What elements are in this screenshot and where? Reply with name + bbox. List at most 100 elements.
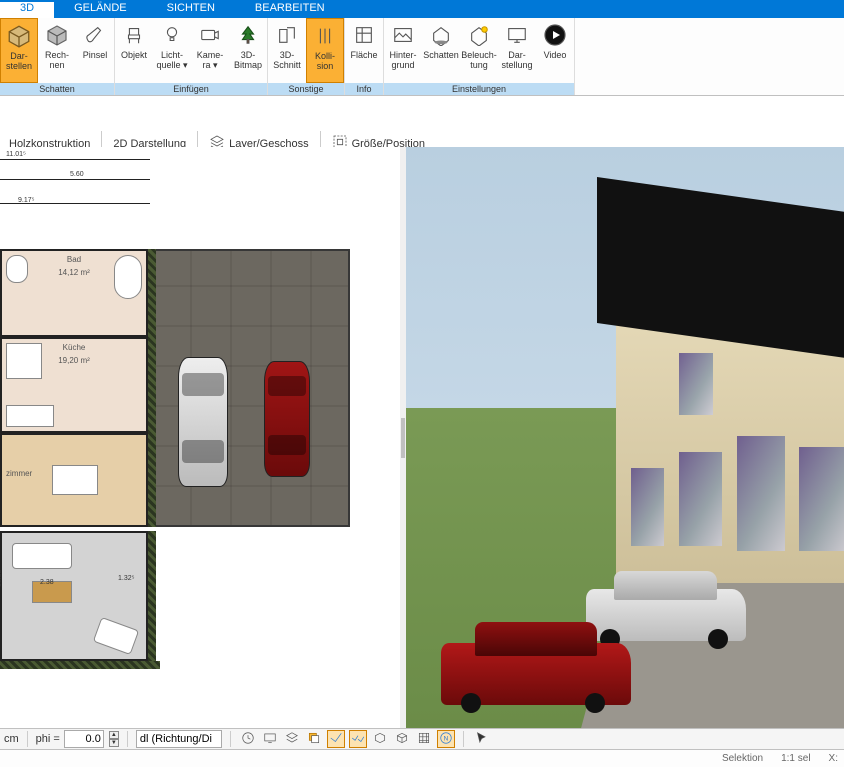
grid-icon [417,731,431,748]
floorplan: 11.01⁵ 5.60 9.17⁵ Bad14,12 m² Küche19,20… [0,147,400,728]
btn-layers[interactable] [283,730,301,748]
dim-label: 2.38 [40,579,54,586]
btn-clock[interactable] [239,730,257,748]
brush-icon [81,21,109,49]
clock-icon [241,731,255,748]
btn-video[interactable]: Video [536,18,574,83]
tree-icon [234,21,262,49]
hedge [0,661,160,669]
wireframe-icon [395,731,409,748]
section-icon [273,21,301,49]
separator [230,731,231,747]
btn-rechnen[interactable]: Rech- nen [38,18,76,83]
bathtub-icon [114,255,142,299]
area-icon [350,21,378,49]
btn-schatten-einst[interactable]: Schatten [422,18,460,83]
group-info: Info [345,83,383,95]
btn-darstellen[interactable]: Dar- stellen [0,18,38,83]
btn-cursor[interactable] [472,730,490,748]
btn-3dschnitt[interactable]: 3D- Schnitt [268,18,306,83]
render-icon [43,21,71,49]
stack-icon [307,731,321,748]
btn-kamera[interactable]: Kame- ra ▾ [191,18,229,83]
btn-lichtquelle[interactable]: Licht- quelle ▾ [153,18,191,83]
dim-label: 10.35 [0,569,3,587]
btn-stack[interactable] [305,730,323,748]
room-bad[interactable]: Bad14,12 m² [0,249,148,337]
window-icon [737,436,785,551]
window-icon [799,447,844,552]
house-3d [616,321,844,582]
btn-pinsel[interactable]: Pinsel [76,18,114,83]
main-tabs: 3D GELÄNDE SICHTEN BEARBEITEN [0,0,844,18]
tab-bearbeiten[interactable]: BEARBEITEN [235,0,345,18]
btn-snap-2[interactable] [349,730,367,748]
separator [27,731,28,747]
status-scale: 1:1 sel [781,753,810,764]
window-icon [679,353,713,416]
monitor-icon [263,731,277,748]
car-silver-3d [586,589,746,641]
pane-3d-view[interactable] [406,147,844,728]
direction-input[interactable] [136,730,222,748]
window-icon [679,452,722,546]
ribbon: Dar- stellen Rech- nen Pinsel Schatten O… [0,18,844,96]
counter-icon [6,405,54,427]
background-icon [389,21,417,49]
workspace: 11.01⁵ 5.60 9.17⁵ Bad14,12 m² Küche19,20… [0,147,844,728]
btn-cube[interactable] [371,730,389,748]
separator [463,731,464,747]
phi-spinner[interactable]: ▲▼ [109,731,119,747]
toilet-icon [6,255,28,283]
spin-up-icon[interactable]: ▲ [109,731,119,739]
cube-icon [5,22,33,50]
shadow-icon [427,21,455,49]
north-icon: N [439,731,453,748]
room-zimmer[interactable]: zimmer [0,433,148,527]
dim-label: 5.60 [70,171,84,178]
collision-icon [311,22,339,50]
btn-flaeche[interactable]: Fläche [345,18,383,83]
layers-icon [285,731,299,748]
hedge [148,531,156,661]
group-einstellungen: Einstellungen [384,83,574,95]
window-icon [631,468,665,546]
group-einfuegen: Einfügen [115,83,267,95]
unit-label: cm [4,733,19,745]
tab-3d[interactable]: 3D [0,0,54,18]
btn-3dbitmap[interactable]: 3D- Bitmap [229,18,267,83]
cursor-icon [474,731,488,748]
btn-wire[interactable] [393,730,411,748]
phi-input[interactable] [64,730,104,748]
group-sonstige: Sonstige [268,83,344,95]
car-silver-topdown[interactable] [178,357,228,487]
btn-objekt[interactable]: Objekt [115,18,153,83]
btn-north[interactable]: N [437,730,455,748]
snap-multi-icon [351,731,365,748]
btn-grid[interactable] [415,730,433,748]
pane-2d-plan[interactable]: 11.01⁵ 5.60 9.17⁵ Bad14,12 m² Küche19,20… [0,147,400,728]
room-kueche[interactable]: Küche19,20 m² [0,337,148,433]
spin-down-icon[interactable]: ▼ [109,739,119,747]
svg-text:N: N [444,735,449,742]
separator [127,731,128,747]
btn-screen[interactable] [261,730,279,748]
room-lower[interactable] [0,531,148,661]
phi-label: phi = [36,733,60,745]
status-x: X: [829,753,838,764]
btn-kollision[interactable]: Kolli- sion [306,18,344,83]
tab-sichten[interactable]: SICHTEN [147,0,235,18]
table-icon [52,465,98,495]
car-red-topdown[interactable] [264,361,310,477]
btn-beleuchtung[interactable]: Beleuch- tung [460,18,498,83]
btn-hintergrund[interactable]: Hinter- grund [384,18,422,83]
btn-snap-1[interactable] [327,730,345,748]
snap-icon [329,731,343,748]
btn-darstellung[interactable]: Dar- stellung [498,18,536,83]
group-schatten: Schatten [0,83,114,95]
hedge [148,249,156,527]
lightbulb-icon [158,21,186,49]
bottom-toolbar: cm phi = ▲▼ N [0,728,844,749]
tab-gelaende[interactable]: GELÄNDE [54,0,147,18]
sofa-icon [12,543,72,569]
